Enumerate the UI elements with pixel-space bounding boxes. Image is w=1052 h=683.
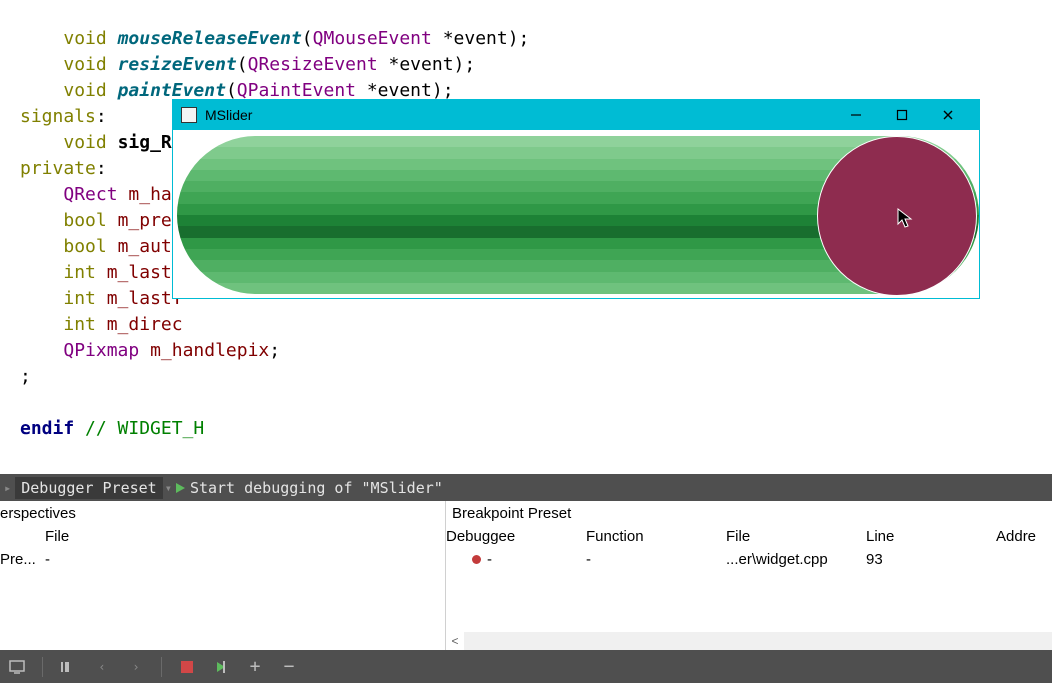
debugger-preset-dropdown[interactable]: Debugger Preset: [15, 477, 162, 499]
kw-void: void: [63, 28, 106, 49]
cell-line: 93: [866, 551, 996, 568]
col-file[interactable]: File: [45, 528, 69, 545]
debugger-toolbar: ▸ Debugger Preset ▾ Start debugging of "…: [0, 474, 1052, 501]
table-row[interactable]: - - ...er\widget.cpp 93: [446, 549, 1052, 570]
add-button[interactable]: +: [246, 658, 264, 676]
mslider-window[interactable]: MSlider: [172, 99, 980, 299]
close-button[interactable]: [925, 100, 971, 130]
cell-label: Pre...: [0, 551, 45, 568]
col-function[interactable]: Function: [586, 528, 726, 545]
cell-file: -: [45, 551, 50, 568]
type-QMouseEvent: QMouseEvent: [313, 28, 432, 49]
chevron-down-icon[interactable]: ▾: [165, 481, 172, 495]
cell-file: ...er\widget.cpp: [726, 551, 866, 568]
perspectives-pane[interactable]: erspectives File Pre... -: [0, 501, 446, 650]
comment-widget-h: // WIDGET_H: [74, 418, 204, 439]
slider-handle[interactable]: [817, 136, 977, 296]
titlebar[interactable]: MSlider: [173, 100, 979, 130]
separator: [42, 657, 43, 677]
minimize-button[interactable]: [833, 100, 879, 130]
breakpoint-dot-icon: [472, 555, 481, 564]
type-QPixmap: QPixmap: [63, 340, 139, 361]
back-icon[interactable]: ‹: [93, 658, 111, 676]
table-row[interactable]: Pre... -: [0, 549, 445, 570]
toolbar-expand-icon[interactable]: ▸: [4, 481, 11, 495]
breakpoint-header: Debuggee Function File Line Addre: [446, 526, 1052, 549]
window-title: MSlider: [205, 107, 252, 123]
step-icon[interactable]: [59, 658, 77, 676]
kw-private: private: [20, 158, 96, 179]
mem-m_ha: m_ha: [128, 184, 171, 205]
continue-button[interactable]: [212, 658, 230, 676]
mem-m_handlepix: m_handlepix: [150, 340, 269, 361]
type-QRect: QRect: [63, 184, 117, 205]
func-mouseReleaseEvent: mouseReleaseEvent: [118, 28, 302, 49]
remove-button[interactable]: −: [280, 658, 298, 676]
perspectives-header: File: [0, 526, 445, 549]
run-toolbar: ‹ › + −: [0, 650, 1052, 683]
breakpoint-pane[interactable]: Breakpoint Preset Debuggee Function File…: [446, 501, 1052, 650]
type-QPaintEvent: QPaintEvent: [237, 80, 356, 101]
start-debugging-button[interactable]: Start debugging of "MSlider": [190, 479, 443, 497]
maximize-button[interactable]: [879, 100, 925, 130]
col-debuggee[interactable]: Debuggee: [446, 528, 586, 545]
mslider-client[interactable]: [173, 130, 979, 298]
func-resizeEvent: resizeEvent: [118, 54, 237, 75]
forward-icon[interactable]: ›: [127, 658, 145, 676]
cell-debuggee: -: [487, 551, 492, 568]
play-icon: [176, 482, 188, 494]
pp-endif: endif: [20, 418, 74, 439]
col-file[interactable]: File: [726, 528, 866, 545]
app-icon: [181, 107, 197, 123]
separator: [161, 657, 162, 677]
horizontal-scrollbar[interactable]: <: [446, 632, 1052, 650]
cell-function: -: [586, 551, 726, 568]
stop-button[interactable]: [178, 658, 196, 676]
screen-icon[interactable]: [8, 658, 26, 676]
func-paintEvent: paintEvent: [118, 80, 226, 101]
mem-m_direc: m_direc: [107, 314, 183, 335]
type-QResizeEvent: QResizeEvent: [248, 54, 378, 75]
scrollbar-track[interactable]: [464, 632, 1052, 650]
perspectives-title: erspectives: [0, 501, 445, 526]
col-address[interactable]: Addre: [996, 528, 1052, 545]
breakpoint-title: Breakpoint Preset: [446, 501, 1052, 526]
scroll-left-icon[interactable]: <: [446, 632, 464, 650]
bottom-panels: erspectives File Pre... - Breakpoint Pre…: [0, 501, 1052, 650]
col-line[interactable]: Line: [866, 528, 996, 545]
kw-signals: signals: [20, 106, 96, 127]
